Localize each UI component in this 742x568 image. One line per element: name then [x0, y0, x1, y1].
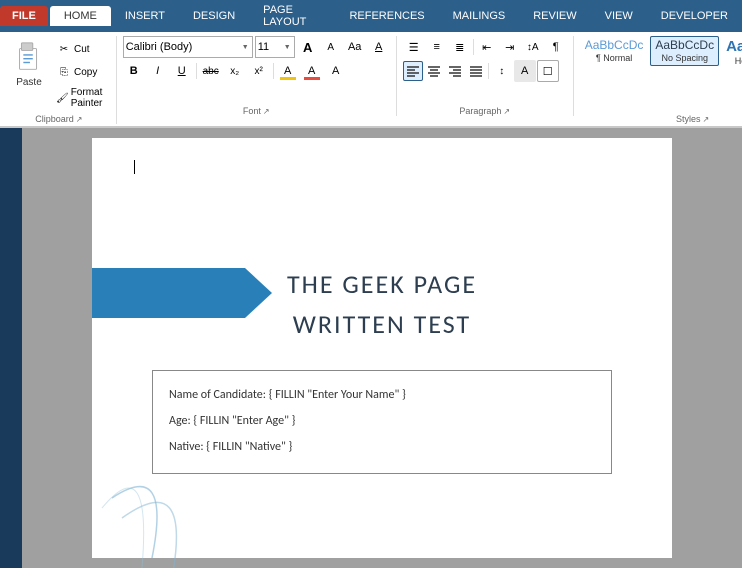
paragraph-expand-icon[interactable]: ↗ — [503, 107, 510, 116]
document-area: THE GEEK PAGE WRITTEN TEST Name of Candi… — [0, 128, 742, 568]
document-scroll[interactable]: THE GEEK PAGE WRITTEN TEST Name of Candi… — [22, 128, 742, 568]
paste-label: Paste — [16, 77, 42, 88]
text-highlight-button[interactable]: A — [277, 60, 299, 82]
tab-home[interactable]: HOME — [50, 6, 111, 26]
styles-expand-icon[interactable]: ↗ — [702, 115, 709, 124]
font-group: Calibri (Body) 11 A A Aa A — [119, 36, 397, 116]
tab-page-layout[interactable]: PAGE LAYOUT — [249, 0, 335, 32]
shading-button[interactable]: A — [514, 60, 536, 82]
tab-developer[interactable]: DEVELOPER — [647, 6, 742, 26]
paragraph-group: ☰ ≡ ≣ ⇤ ⇥ ↕A ¶ — [399, 36, 574, 116]
form-line-1: Name of Candidate: { FILLIN "Enter Your … — [169, 383, 595, 407]
form-line-2: Age: { FILLIN "Enter Age" } — [169, 409, 595, 433]
style-no-spacing[interactable]: AaBbCcDc No Spacing — [650, 36, 719, 66]
line-spacing-button[interactable]: ↕ — [491, 60, 513, 82]
font-color-button[interactable]: A — [301, 60, 323, 82]
style-heading1[interactable]: AaBbCc Heading 1 — [721, 36, 742, 69]
styles-label: Styles — [676, 114, 701, 124]
text-cursor — [134, 160, 135, 174]
tab-review[interactable]: REVIEW — [519, 6, 590, 26]
cut-button[interactable]: ✂ Cut — [52, 38, 110, 60]
clipboard-label: Clipboard — [35, 114, 74, 124]
font-name-select[interactable]: Calibri (Body) — [123, 36, 253, 58]
align-center-button[interactable] — [424, 61, 444, 81]
font-size-increase-button[interactable]: A — [297, 36, 319, 58]
tab-view[interactable]: VIEW — [591, 6, 647, 26]
decorative-curves — [92, 438, 272, 558]
strikethrough-button[interactable]: abc — [200, 60, 222, 82]
decorative-arrow — [92, 268, 272, 318]
align-right-button[interactable] — [445, 61, 465, 81]
font-expand-icon[interactable]: ↗ — [263, 107, 270, 116]
superscript-button[interactable]: x² — [248, 60, 270, 82]
document-page: THE GEEK PAGE WRITTEN TEST Name of Candi… — [92, 138, 672, 558]
increase-indent-button[interactable]: ⇥ — [499, 36, 521, 58]
style-heading1-label: Heading 1 — [735, 56, 742, 66]
tab-mailings[interactable]: MAILINGS — [439, 6, 520, 26]
font-size-decrease-button[interactable]: A — [320, 36, 342, 58]
subscript-button[interactable]: x₂ — [224, 60, 246, 82]
bold-button[interactable]: B — [123, 60, 145, 82]
style-normal[interactable]: AaBbCcDc ¶ Normal — [580, 36, 649, 66]
decrease-indent-button[interactable]: ⇤ — [476, 36, 498, 58]
font-size-select[interactable]: 11 — [255, 36, 295, 58]
tab-insert[interactable]: INSERT — [111, 6, 179, 26]
tab-design[interactable]: DESIGN — [179, 6, 249, 26]
clipboard-group: Paste ✂ Cut ⎘ Copy 🖌 Format Painter Clip… — [4, 36, 117, 124]
borders-button[interactable]: ☐ — [537, 60, 559, 82]
font-label: Font — [243, 106, 261, 116]
cut-icon: ✂ — [56, 41, 72, 57]
sort-button[interactable]: ↕A — [522, 36, 544, 58]
styles-group: AaBbCcDc ¶ Normal AaBbCcDc No Spacing Aa… — [576, 36, 742, 124]
multilevel-list-button[interactable]: ≣ — [449, 36, 471, 58]
clipboard-expand-icon[interactable]: ↗ — [76, 115, 83, 124]
copy-icon: ⎘ — [56, 64, 72, 80]
change-case-button[interactable]: Aa — [344, 36, 366, 58]
italic-button[interactable]: I — [147, 60, 169, 82]
paste-icon — [13, 39, 45, 77]
paragraph-label: Paragraph — [459, 106, 501, 116]
tab-references[interactable]: REFERENCES — [335, 6, 438, 26]
align-left-button[interactable] — [403, 61, 423, 81]
left-sidebar — [0, 128, 22, 568]
font-size-wrapper: 11 — [255, 36, 295, 58]
show-formatting-button[interactable]: ¶ — [545, 36, 567, 58]
style-normal-preview: AaBbCcDc — [585, 39, 644, 51]
format-painter-button[interactable]: 🖌 Format Painter — [52, 84, 110, 112]
style-no-spacing-label: No Spacing — [661, 53, 708, 63]
style-heading1-preview: AaBbCc — [726, 39, 742, 54]
tab-file[interactable]: FILE — [0, 6, 48, 26]
format-painter-icon: 🖌 — [56, 90, 69, 106]
font-shading-button[interactable]: A — [325, 60, 347, 82]
ribbon: Paste ✂ Cut ⎘ Copy 🖌 Format Painter Clip… — [0, 32, 742, 127]
bullets-button[interactable]: ☰ — [403, 36, 425, 58]
clipboard-small-buttons: ✂ Cut ⎘ Copy 🖌 Format Painter — [52, 38, 110, 112]
underline-button[interactable]: U — [171, 60, 193, 82]
numbering-button[interactable]: ≡ — [426, 36, 448, 58]
clear-formatting-button[interactable]: A — [368, 36, 390, 58]
paste-button[interactable]: Paste — [8, 36, 50, 91]
font-name-wrapper: Calibri (Body) — [123, 36, 253, 58]
style-normal-label: ¶ Normal — [596, 53, 632, 63]
copy-button[interactable]: ⎘ Copy — [52, 61, 110, 83]
justify-button[interactable] — [466, 61, 486, 81]
style-no-spacing-preview: AaBbCcDc — [655, 39, 714, 51]
